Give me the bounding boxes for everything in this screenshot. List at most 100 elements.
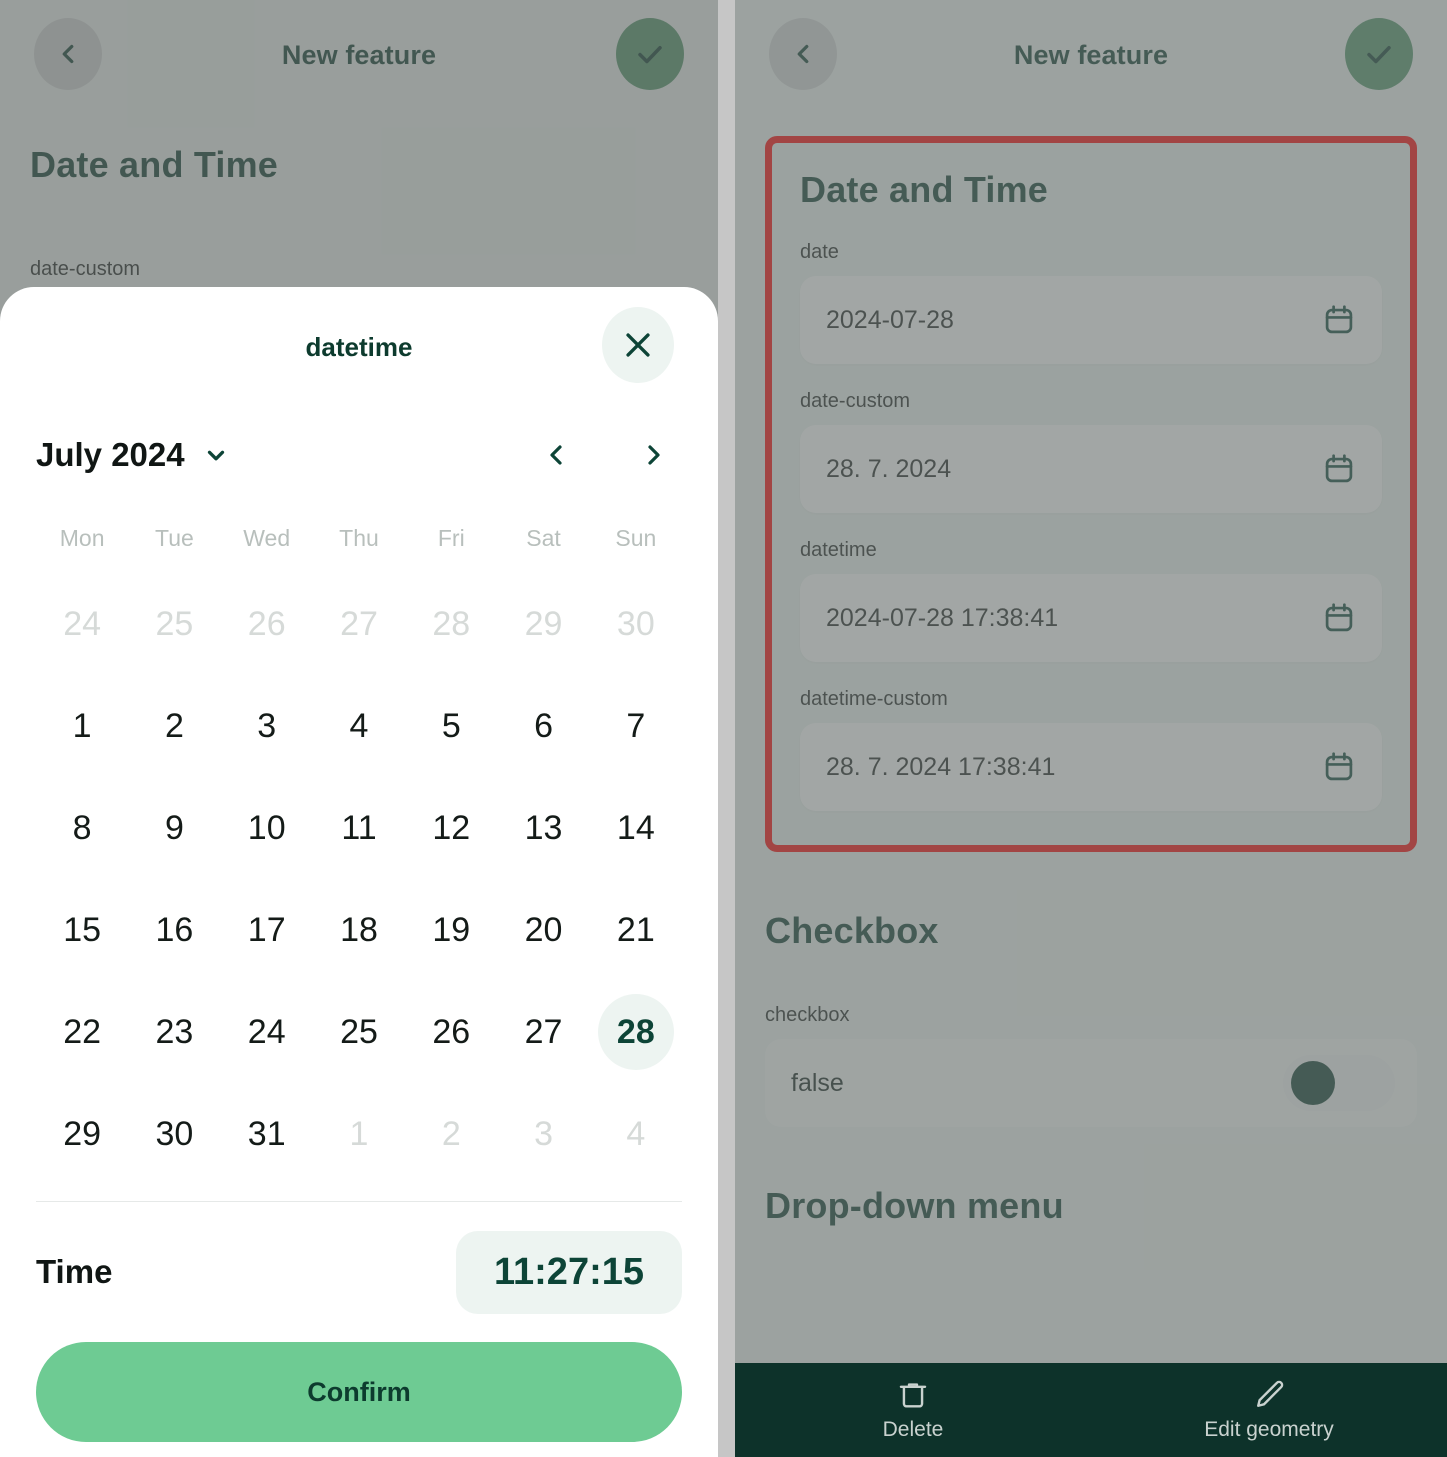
field-value: 28. 7. 2024 17:38:41 <box>826 752 1056 781</box>
previous-month-button[interactable] <box>534 433 578 477</box>
date-and-time-highlighted-card: Date and Time date 2024-07-28 date-custom 2… <box>765 136 1417 852</box>
calendar-day[interactable]: 30 <box>590 573 682 675</box>
field-datetime: datetime 2024-07-28 17:38:41 <box>800 539 1382 662</box>
close-icon <box>626 333 650 357</box>
calendar-day[interactable]: 4 <box>590 1083 682 1185</box>
next-month-button[interactable] <box>632 433 676 477</box>
calendar-day[interactable]: 24 <box>221 981 313 1083</box>
calendar-day[interactable]: 11 <box>313 777 405 879</box>
calendar-day[interactable]: 16 <box>128 879 220 981</box>
field-label-checkbox: checkbox <box>765 1004 850 1026</box>
calendar-day[interactable]: 31 <box>221 1083 313 1185</box>
chevron-down-icon[interactable] <box>203 442 229 468</box>
delete-button[interactable]: Delete <box>735 1378 1091 1442</box>
calendar-day[interactable]: 28 <box>405 573 497 675</box>
calendar-day[interactable]: 8 <box>36 777 128 879</box>
calendar-day[interactable]: 3 <box>497 1083 589 1185</box>
calendar-day[interactable]: 30 <box>128 1083 220 1185</box>
calendar-day-grid: 24 25 26 27 28 29 30 1 2 3 4 5 6 7 8 9 10 11 12 13 14 15 16 17 1… <box>36 573 682 1185</box>
calendar-day[interactable]: 10 <box>221 777 313 879</box>
app-header-left: New feature <box>0 0 718 110</box>
calendar-day[interactable]: 5 <box>405 675 497 777</box>
confirm-button[interactable]: Confirm <box>36 1342 682 1442</box>
calendar-day[interactable]: 1 <box>36 675 128 777</box>
calendar-icon <box>1325 454 1353 483</box>
calendar-picker-button[interactable] <box>1322 601 1356 635</box>
field-value: 28. 7. 2024 <box>826 454 952 483</box>
confirm-feature-button[interactable] <box>616 18 684 90</box>
calendar-day[interactable]: 29 <box>497 573 589 675</box>
field-label: date-custom <box>800 390 911 412</box>
field-input[interactable]: 28. 7. 2024 <box>800 425 1382 513</box>
calendar-day-name: Sun <box>615 524 657 551</box>
modal-close-button[interactable] <box>602 307 674 383</box>
calendar-day[interactable]: 20 <box>497 879 589 981</box>
calendar-icon <box>1325 752 1353 781</box>
dropdown-section: Drop-down menu <box>765 1185 1417 1227</box>
field-label: date <box>800 241 839 263</box>
calendar-picker-button[interactable] <box>1322 303 1356 337</box>
calendar-day[interactable]: 7 <box>590 675 682 777</box>
calendar-month-label[interactable]: July 2024 <box>36 436 185 474</box>
calendar-day[interactable]: 2 <box>128 675 220 777</box>
calendar-day[interactable]: 13 <box>497 777 589 879</box>
field-label-date-custom-bg: date-custom <box>30 258 141 280</box>
calendar-day[interactable]: 6 <box>497 675 589 777</box>
page-title: New feature <box>281 39 437 70</box>
calendar-day[interactable]: 22 <box>36 981 128 1083</box>
right-phone-panel: New feature Date and Time date 2024-07-28… <box>735 0 1447 1457</box>
back-button[interactable] <box>769 18 837 90</box>
back-button[interactable] <box>34 18 102 90</box>
checkbox-value: false <box>791 1068 844 1097</box>
calendar-day[interactable]: 14 <box>590 777 682 879</box>
field-label: datetime <box>800 539 877 561</box>
field-input[interactable]: 2024-07-28 <box>800 276 1382 364</box>
date-time-field-list: date 2024-07-28 date-custom 28. 7. 2024 date… <box>800 241 1382 811</box>
calendar-day[interactable]: 1 <box>313 1083 405 1185</box>
calendar-day[interactable]: 25 <box>128 573 220 675</box>
calendar-day[interactable]: 17 <box>221 879 313 981</box>
calendar-picker-button[interactable] <box>1322 452 1356 486</box>
calendar-day[interactable]: 19 <box>405 879 497 981</box>
calendar-day[interactable]: 26 <box>221 573 313 675</box>
calendar-day[interactable]: 27 <box>497 981 589 1083</box>
calendar-day[interactable]: 3 <box>221 675 313 777</box>
chevron-left-icon <box>550 445 562 465</box>
calendar-day-name: Sat <box>526 524 561 551</box>
field-input[interactable]: 2024-07-28 17:38:41 <box>800 574 1382 662</box>
checkbox-toggle-row[interactable]: false <box>765 1039 1417 1127</box>
time-row: Time 11:27:15 <box>36 1202 682 1342</box>
calendar-day[interactable]: 27 <box>313 573 405 675</box>
confirm-feature-button[interactable] <box>1345 18 1413 90</box>
calendar-day[interactable]: 23 <box>128 981 220 1083</box>
calendar-day[interactable]: 2 <box>405 1083 497 1185</box>
edit-geometry-button[interactable]: Edit geometry <box>1091 1378 1447 1442</box>
check-icon <box>638 46 662 64</box>
checkbox-switch[interactable] <box>1283 1055 1395 1111</box>
calendar-day-name: Thu <box>339 524 379 551</box>
time-label: Time <box>36 1253 113 1290</box>
calendar-day[interactable]: 15 <box>36 879 128 981</box>
calendar-day-selected[interactable]: 28 <box>590 981 682 1083</box>
calendar-day[interactable]: 26 <box>405 981 497 1083</box>
calendar-day[interactable]: 21 <box>590 879 682 981</box>
calendar-day[interactable]: 29 <box>36 1083 128 1185</box>
calendar-day[interactable]: 25 <box>313 981 405 1083</box>
section-title-checkbox: Checkbox <box>765 910 939 951</box>
calendar-day[interactable]: 18 <box>313 879 405 981</box>
right-content: Date and Time date 2024-07-28 date-custom 2… <box>735 136 1447 1227</box>
calendar-day[interactable]: 24 <box>36 573 128 675</box>
calendar-day[interactable]: 4 <box>313 675 405 777</box>
pencil-icon <box>1257 1380 1284 1407</box>
calendar-day-name: Fri <box>437 524 465 551</box>
section-title-dropdown: Drop-down menu <box>765 1185 1064 1226</box>
field-input[interactable]: 28. 7. 2024 17:38:41 <box>800 723 1382 811</box>
calendar-day[interactable]: 12 <box>405 777 497 879</box>
field-datetime-custom: datetime-custom 28. 7. 2024 17:38:41 <box>800 688 1382 811</box>
calendar-day[interactable]: 9 <box>128 777 220 879</box>
section-title-date-and-time: Date and Time <box>800 169 1049 210</box>
calendar-picker-button[interactable] <box>1322 750 1356 784</box>
time-value-field[interactable]: 11:27:15 <box>455 1230 682 1314</box>
calendar-day-names-row: Mon Tue Wed Thu Fri Sat Sun <box>36 503 682 573</box>
calendar-day-name: Tue <box>155 524 194 551</box>
